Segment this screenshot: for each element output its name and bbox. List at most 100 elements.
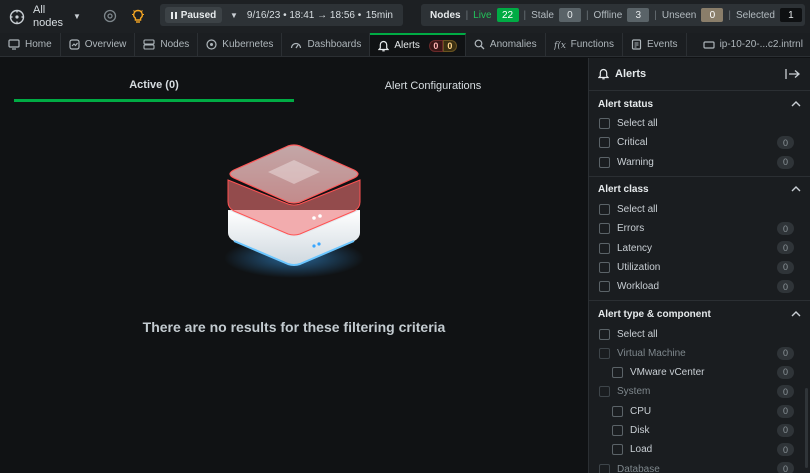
count-pill: 0	[777, 280, 794, 294]
alert-counts: 0 0	[428, 39, 457, 52]
offline-count[interactable]: 3	[627, 8, 650, 22]
stale-label: Stale	[531, 9, 554, 21]
collapse-panel-icon[interactable]	[785, 68, 801, 80]
checkbox[interactable]	[612, 367, 623, 379]
filter-utilization[interactable]: Utilization 0	[589, 258, 810, 277]
filter-database[interactable]: Database 0	[589, 459, 810, 473]
filter-load[interactable]: Load 0	[589, 440, 810, 459]
checkbox[interactable]	[599, 118, 610, 130]
time-controls[interactable]: Paused ▼ 9/16/23 • 18:41 → 18:56 • 15min	[160, 4, 403, 26]
nodes-icon	[143, 39, 155, 50]
empty-state-illustration	[224, 144, 364, 278]
checkbox[interactable]	[599, 137, 610, 149]
count-pill: 0	[777, 260, 794, 274]
filter-select-all[interactable]: Select all	[589, 324, 810, 343]
count-pill: 0	[777, 365, 794, 379]
bell-icon	[378, 40, 390, 51]
chevron-up-icon[interactable]	[791, 99, 801, 110]
empty-state-message: There are no results for these filtering…	[142, 319, 446, 335]
filter-virtual-machine[interactable]: Virtual Machine 0	[589, 344, 810, 363]
filter-cpu[interactable]: CPU 0	[589, 402, 810, 421]
node-selector[interactable]: All nodes ▼	[6, 0, 81, 33]
nodes-title: Nodes	[430, 9, 461, 21]
chevron-up-icon[interactable]	[791, 309, 801, 320]
time-duration: 15min	[365, 9, 393, 21]
live-count[interactable]: 22	[496, 8, 519, 22]
checkbox[interactable]	[599, 463, 610, 473]
checkbox[interactable]	[612, 425, 623, 436]
tab-events[interactable]: Events	[623, 33, 687, 56]
tab-nodes[interactable]: Nodes	[135, 33, 199, 56]
chevron-down-icon[interactable]: ▼	[230, 11, 238, 20]
tab-home[interactable]: Home	[0, 33, 61, 56]
section-alert-class: Alert class Select all Errors 0 Latency 0 …	[589, 177, 810, 302]
filter-warning[interactable]: Warning 0	[589, 153, 810, 172]
offline-label: Offline	[593, 9, 623, 21]
count-pill: 0	[777, 241, 794, 255]
tab-anomalies[interactable]: Anomalies	[466, 33, 546, 56]
settings-icon[interactable]	[100, 6, 120, 26]
checkbox[interactable]	[599, 156, 610, 168]
count-pill: 0	[777, 443, 794, 457]
tab-bar: Home Overview Nodes Kubernetes Dashboard…	[0, 33, 810, 57]
subtab-active[interactable]: Active (0)	[14, 70, 294, 102]
tab-node-detail[interactable]: ip-10-20-...c2.intrnl	[687, 33, 810, 56]
checkbox[interactable]	[599, 242, 610, 254]
section-header[interactable]: Alert class	[589, 183, 810, 197]
filter-disk[interactable]: Disk 0	[589, 421, 810, 440]
warning-alerts-badge: 0	[442, 39, 457, 52]
paused-button[interactable]: Paused	[165, 7, 222, 23]
dashboard-icon	[291, 42, 302, 49]
tab-kubernetes[interactable]: Kubernetes	[198, 33, 283, 56]
count-pill: 0	[777, 155, 794, 169]
anomalies-icon	[474, 39, 485, 50]
alerts-main: Active (0) Alert Configurations There ar…	[0, 58, 588, 473]
stale-count[interactable]: 0	[558, 8, 581, 22]
filter-critical[interactable]: Critical 0	[589, 133, 810, 152]
selected-label: Selected	[735, 9, 775, 21]
filter-errors[interactable]: Errors 0	[589, 219, 810, 238]
filter-system[interactable]: System 0	[589, 382, 810, 401]
tab-overview[interactable]: Overview	[61, 33, 136, 56]
functions-icon: f(x)	[554, 40, 566, 50]
checkbox[interactable]	[599, 281, 610, 293]
checkbox[interactable]	[612, 444, 623, 456]
checkbox[interactable]	[612, 405, 623, 417]
time-range[interactable]: 9/16/23 • 18:41 → 18:56 •	[247, 10, 361, 21]
filter-select-all[interactable]: Select all	[589, 200, 810, 219]
checkbox[interactable]	[599, 386, 610, 398]
filter-workload[interactable]: Workload 0	[589, 277, 810, 296]
lightbulb-icon[interactable]	[128, 6, 148, 26]
bell-icon	[598, 68, 609, 80]
chevron-up-icon[interactable]	[791, 184, 801, 195]
filter-select-all[interactable]: Select all	[589, 114, 810, 133]
checkbox[interactable]	[599, 204, 610, 216]
selected-count[interactable]: 1	[779, 8, 802, 22]
alerts-subtabs: Active (0) Alert Configurations	[14, 70, 572, 104]
nodes-summary: Nodes | Live 22 | Stale 0 | Offline 3 | …	[421, 4, 810, 26]
panel-scrollbar[interactable]	[805, 388, 808, 468]
live-label: Live	[473, 9, 492, 21]
filter-vmware-vcenter[interactable]: VMware vCenter 0	[589, 363, 810, 382]
section-header[interactable]: Alert type & component	[589, 307, 810, 321]
section-alert-type: Alert type & component Select all Virtua…	[589, 301, 810, 473]
unseen-label: Unseen	[661, 9, 697, 21]
svg-text:f(x): f(x)	[554, 40, 566, 50]
top-bar: All nodes ▼ Paused ▼ 9/16/23 • 18:41 → 1…	[0, 0, 810, 33]
alerts-filter-panel: Alerts Alert status Select all Critical 0…	[588, 58, 810, 473]
count-pill: 0	[777, 423, 794, 437]
tab-functions[interactable]: f(x) Functions	[546, 33, 623, 56]
pause-icon	[170, 11, 177, 19]
unseen-count[interactable]: 0	[701, 8, 724, 22]
node-icon	[702, 40, 715, 49]
checkbox[interactable]	[599, 328, 610, 340]
subtab-alert-configurations[interactable]: Alert Configurations	[293, 70, 573, 102]
checkbox[interactable]	[599, 261, 610, 273]
filter-latency[interactable]: Latency 0	[589, 238, 810, 257]
tab-dashboards[interactable]: Dashboards	[282, 33, 371, 56]
overview-icon	[69, 39, 80, 50]
tab-alerts[interactable]: Alerts 0 0	[370, 33, 466, 56]
checkbox[interactable]	[599, 223, 610, 235]
checkbox[interactable]	[599, 347, 610, 359]
section-header[interactable]: Alert status	[589, 97, 810, 111]
